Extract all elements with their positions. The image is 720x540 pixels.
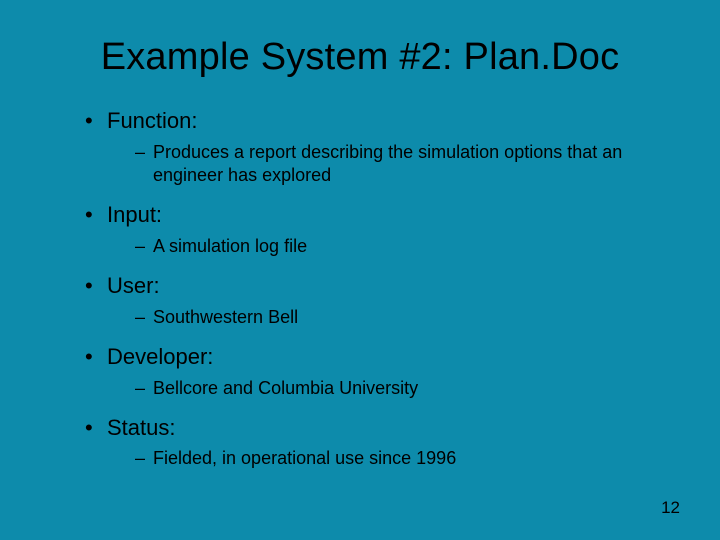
sub-bullet-item: Produces a report describing the simulat… (135, 141, 665, 188)
page-number: 12 (661, 498, 680, 518)
bullet-label: User: (107, 273, 160, 298)
sub-bullet-list: Produces a report describing the simulat… (107, 141, 665, 188)
bullet-label: Status: (107, 415, 175, 440)
sub-bullet-list: Bellcore and Columbia University (107, 377, 665, 400)
sub-bullet-item: Southwestern Bell (135, 306, 665, 329)
sub-bullet-item: Bellcore and Columbia University (135, 377, 665, 400)
bullet-label: Input: (107, 202, 162, 227)
bullet-item: User: Southwestern Bell (85, 272, 665, 329)
bullet-item: Input: A simulation log file (85, 201, 665, 258)
bullet-label: Developer: (107, 344, 213, 369)
sub-bullet-list: A simulation log file (107, 235, 665, 258)
sub-bullet-item: A simulation log file (135, 235, 665, 258)
sub-bullet-item: Fielded, in operational use since 1996 (135, 447, 665, 470)
sub-bullet-list: Fielded, in operational use since 1996 (107, 447, 665, 470)
bullet-label: Function: (107, 108, 198, 133)
bullet-item: Developer: Bellcore and Columbia Univers… (85, 343, 665, 400)
bullet-list: Function: Produces a report describing t… (55, 107, 665, 471)
bullet-item: Status: Fielded, in operational use sinc… (85, 414, 665, 471)
bullet-item: Function: Produces a report describing t… (85, 107, 665, 187)
slide-title: Example System #2: Plan.Doc (55, 36, 665, 79)
sub-bullet-list: Southwestern Bell (107, 306, 665, 329)
slide: Example System #2: Plan.Doc Function: Pr… (0, 0, 720, 540)
